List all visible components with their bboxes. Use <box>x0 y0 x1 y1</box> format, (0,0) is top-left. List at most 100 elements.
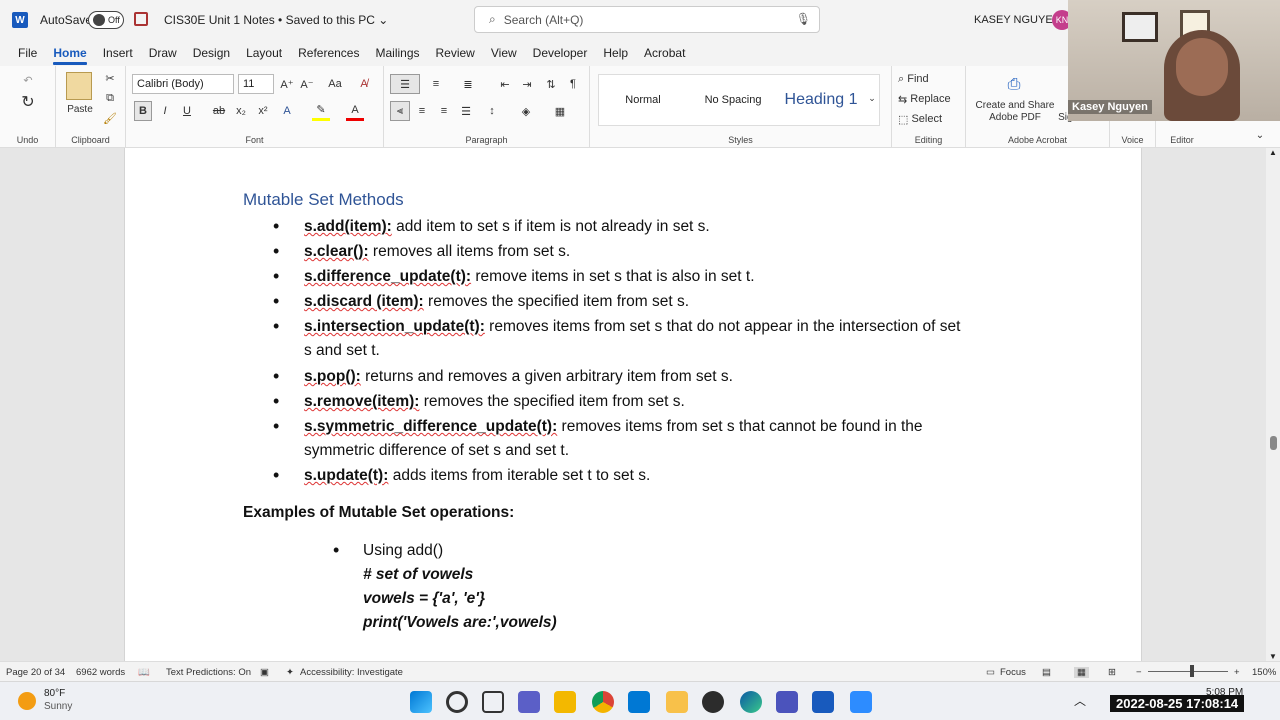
document-title[interactable]: CIS30E Unit 1 Notes • Saved to this PC ⌄ <box>164 13 388 27</box>
mail-icon[interactable] <box>628 691 650 713</box>
scroll-thumb[interactable] <box>1270 436 1277 450</box>
word-count[interactable]: 6962 words <box>76 667 125 678</box>
autosave-toggle[interactable]: Off <box>88 11 124 29</box>
italic-icon[interactable]: I <box>156 101 174 121</box>
word-taskbar-icon[interactable] <box>812 691 834 713</box>
style-no-spacing[interactable]: No Spacing <box>690 76 776 124</box>
font-color-icon[interactable]: A <box>346 101 364 121</box>
zoom-slider[interactable] <box>1148 671 1228 672</box>
tab-design[interactable]: Design <box>185 40 238 66</box>
replace-button[interactable]: ⇆ Replace <box>898 90 964 108</box>
change-case-icon[interactable]: Aa <box>322 74 348 94</box>
teams-chat-icon[interactable] <box>518 691 540 713</box>
align-center-icon[interactable]: ≡ <box>412 101 432 121</box>
start-icon[interactable] <box>410 691 432 713</box>
tab-developer[interactable]: Developer <box>525 40 596 66</box>
file-explorer-icon[interactable] <box>554 691 576 713</box>
align-left-icon[interactable]: ⫷ <box>390 101 410 121</box>
show-formatting-icon[interactable]: ¶ <box>564 74 582 94</box>
shrink-font-icon[interactable]: A⁻ <box>298 74 316 94</box>
line-spacing-icon[interactable]: ↕ <box>480 101 504 121</box>
find-button[interactable]: ⌕ Find <box>898 70 958 88</box>
page-count[interactable]: Page 20 of 34 <box>6 667 65 678</box>
microphone-icon[interactable]: 🎙 <box>796 12 811 26</box>
decrease-indent-icon[interactable]: ⇤ <box>496 74 514 94</box>
format-painter-icon[interactable]: 🖌 <box>102 110 118 126</box>
select-button[interactable]: ⬚ Select <box>898 110 962 128</box>
bullets-icon[interactable]: ☰ <box>390 74 420 94</box>
scroll-down-icon[interactable]: ▼ <box>1269 652 1277 661</box>
tab-insert[interactable]: Insert <box>95 40 141 66</box>
justify-icon[interactable]: ☰ <box>456 101 476 121</box>
underline-icon[interactable]: U <box>178 101 196 121</box>
copy-icon[interactable]: ⧉ <box>102 90 118 106</box>
focus-button[interactable]: Focus <box>1000 667 1026 678</box>
create-share-adobe-pdf-button[interactable]: Create and Share Adobe PDF <box>972 98 1058 126</box>
weather-desc[interactable]: Sunny <box>44 701 72 712</box>
vertical-scrollbar[interactable]: ▲ ▼ <box>1266 148 1280 661</box>
cut-icon[interactable]: ✂ <box>102 70 118 86</box>
multilevel-list-icon[interactable]: ≣ <box>456 74 480 94</box>
numbering-icon[interactable]: ≡ <box>424 74 448 94</box>
chrome-icon[interactable] <box>592 691 614 713</box>
zoom-out-icon[interactable]: − <box>1136 667 1142 678</box>
strikethrough-icon[interactable]: ab <box>210 101 228 121</box>
teams-icon[interactable] <box>776 691 798 713</box>
paste-icon[interactable] <box>66 72 92 100</box>
chevron-up-icon[interactable]: ︿ <box>1074 692 1086 709</box>
tab-references[interactable]: References <box>290 40 367 66</box>
tab-layout[interactable]: Layout <box>238 40 290 66</box>
style-heading-1[interactable]: Heading 1 <box>778 76 864 124</box>
redo-icon[interactable]: ↻ <box>18 92 38 112</box>
print-layout-icon[interactable]: ▦ <box>1074 667 1089 678</box>
tab-draw[interactable]: Draw <box>141 40 185 66</box>
tab-help[interactable]: Help <box>595 40 636 66</box>
borders-icon[interactable]: ▦ <box>548 101 572 121</box>
zoom-in-icon[interactable]: + <box>1234 667 1240 678</box>
adobe-pdf-icon[interactable]: ⎙ <box>1004 74 1024 96</box>
tab-mailings[interactable]: Mailings <box>367 40 427 66</box>
search-icon[interactable] <box>446 691 468 713</box>
zoom-level[interactable]: 150% <box>1252 667 1276 678</box>
superscript-icon[interactable]: x² <box>254 101 272 121</box>
shading-icon[interactable]: ◈ <box>514 101 538 121</box>
bold-icon[interactable]: B <box>134 101 152 121</box>
macro-icon[interactable]: ▣ <box>260 667 269 678</box>
subscript-icon[interactable]: x₂ <box>232 101 250 121</box>
grow-font-icon[interactable]: A⁺ <box>278 74 296 94</box>
font-name-select[interactable]: Calibri (Body) <box>132 74 234 94</box>
font-size-select[interactable]: 11 <box>238 74 274 94</box>
webcam-app-icon[interactable] <box>702 691 724 713</box>
weather-temp[interactable]: 80°F <box>44 688 65 699</box>
scroll-up-icon[interactable]: ▲ <box>1269 148 1277 157</box>
tab-review[interactable]: Review <box>428 40 483 66</box>
proofing-icon[interactable]: 📖 <box>138 667 150 678</box>
clear-formatting-icon[interactable]: A̸ <box>354 74 374 94</box>
paste-button[interactable]: Paste <box>62 102 98 116</box>
tab-file[interactable]: File <box>10 40 45 66</box>
document-page[interactable]: Mutable Set Methods • s.add(item): add it… <box>124 148 1142 661</box>
increase-indent-icon[interactable]: ⇥ <box>518 74 536 94</box>
style-normal[interactable]: Normal <box>600 76 686 124</box>
accessibility-status[interactable]: Accessibility: Investigate <box>300 667 403 678</box>
text-predictions[interactable]: Text Predictions: On <box>166 667 251 678</box>
task-view-icon[interactable] <box>482 691 504 713</box>
align-right-icon[interactable]: ≡ <box>434 101 454 121</box>
edge-icon[interactable] <box>740 691 762 713</box>
undo-icon[interactable]: ↶ <box>18 70 38 90</box>
text-effects-icon[interactable]: A <box>278 101 296 121</box>
save-icon[interactable] <box>134 12 148 26</box>
tab-acrobat[interactable]: Acrobat <box>636 40 693 66</box>
tab-view[interactable]: View <box>483 40 525 66</box>
zoom-slider-thumb[interactable] <box>1190 665 1194 677</box>
read-mode-icon[interactable]: ▤ <box>1042 667 1051 678</box>
zoom-icon[interactable] <box>850 691 872 713</box>
sort-icon[interactable]: ⇅ <box>542 74 560 94</box>
highlight-icon[interactable]: ✎ <box>312 101 330 121</box>
folder-icon[interactable] <box>666 691 688 713</box>
tab-home[interactable]: Home <box>45 40 94 66</box>
search-input[interactable]: ⌕ Search (Alt+Q) 🎙 <box>474 6 820 33</box>
collapse-ribbon-icon[interactable]: ⌄ <box>1252 128 1268 142</box>
user-name[interactable]: KASEY NGUYEN <box>974 14 1061 26</box>
web-layout-icon[interactable]: ⊞ <box>1108 667 1116 678</box>
